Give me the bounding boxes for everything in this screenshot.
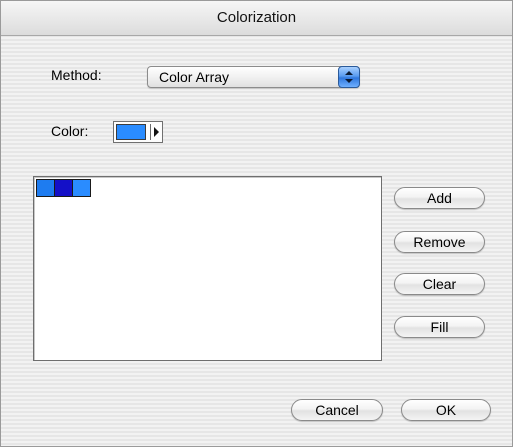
color-well-divider — [150, 124, 151, 140]
cancel-button[interactable]: Cancel — [291, 399, 383, 421]
ok-button[interactable]: OK — [401, 399, 491, 421]
color-cell[interactable] — [72, 179, 91, 197]
color-cell[interactable] — [54, 179, 73, 197]
color-cell[interactable] — [36, 179, 55, 197]
color-menu-arrow-icon — [154, 127, 159, 137]
clear-button[interactable]: Clear — [394, 273, 485, 295]
remove-button[interactable]: Remove — [394, 231, 485, 253]
color-array-list[interactable] — [33, 176, 382, 361]
window-title: Colorization — [216, 9, 297, 26]
color-swatch — [116, 124, 146, 140]
color-cells — [36, 179, 91, 197]
method-popup[interactable]: Color Array — [147, 66, 360, 88]
method-selected-value: Color Array — [159, 69, 230, 85]
color-well[interactable] — [113, 121, 163, 143]
add-button[interactable]: Add — [394, 187, 485, 209]
popup-arrows-icon — [338, 66, 360, 88]
colorization-dialog: Colorization Method: Color Array Color: … — [0, 0, 513, 447]
method-label: Method: — [51, 67, 102, 83]
fill-button[interactable]: Fill — [394, 316, 485, 338]
title-bar: Colorization — [1, 1, 512, 36]
color-label: Color: — [51, 123, 89, 139]
